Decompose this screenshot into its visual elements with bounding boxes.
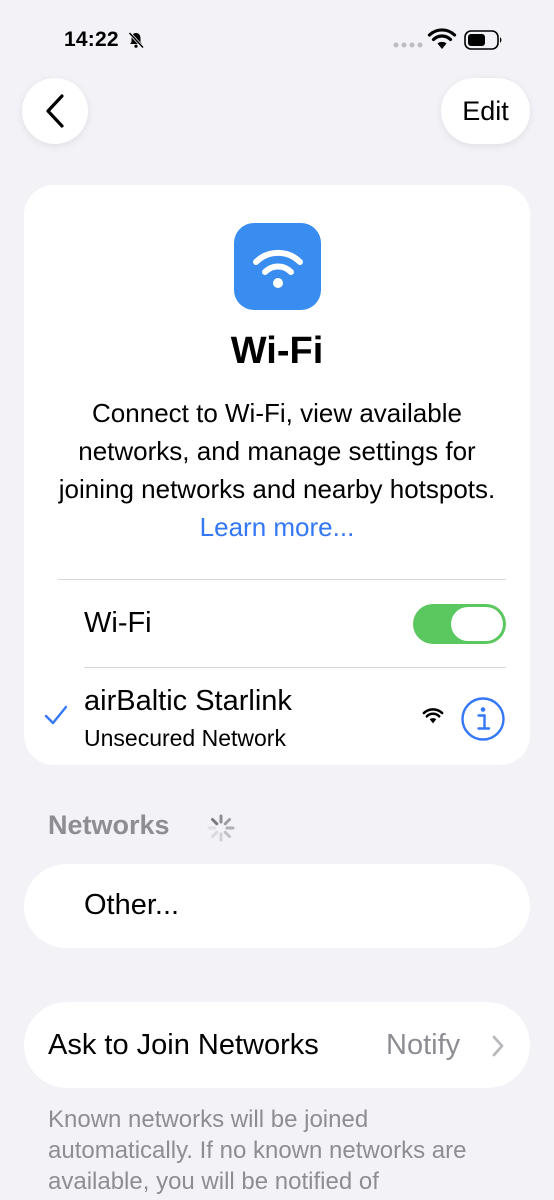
footer-text: Known networks will be joined automatica… <box>48 1106 467 1195</box>
wifi-toggle[interactable] <box>413 604 506 644</box>
card-title: Wi-Fi <box>230 330 324 372</box>
divider <box>58 579 506 580</box>
network-subtitle: Unsecured Network <box>84 725 286 751</box>
toggle-knob <box>451 607 503 641</box>
ask-to-join-row[interactable]: Ask to Join Networks Notify <box>24 1002 530 1088</box>
info-circle-icon[interactable] <box>460 696 506 742</box>
status-time: 14:22 <box>64 28 119 51</box>
other-label: Other... <box>84 889 180 921</box>
bell-slash-icon <box>128 31 145 49</box>
signal-dots-icon <box>393 42 423 48</box>
ask-to-join-value: Notify <box>386 1029 461 1061</box>
wifi-app-icon <box>234 223 321 310</box>
back-button[interactable] <box>22 78 88 144</box>
chevron-right-icon <box>492 1035 504 1057</box>
network-name[interactable]: airBaltic Starlink <box>84 685 292 718</box>
divider <box>84 667 506 668</box>
card-description: Connect to Wi-Fi, view available network… <box>48 394 506 546</box>
learn-more-link[interactable]: Learn more... <box>200 512 355 542</box>
edit-button[interactable]: Edit <box>441 78 530 144</box>
battery-icon <box>464 30 502 50</box>
checkmark-icon <box>44 704 68 731</box>
ask-to-join-label: Ask to Join Networks <box>48 1029 319 1061</box>
wifi-icon <box>427 28 457 49</box>
wifi-row-label: Wi-Fi <box>84 607 152 639</box>
spinner-icon <box>207 814 235 842</box>
description-text: Connect to Wi-Fi, view available network… <box>58 398 496 504</box>
wifi-signal-icon <box>422 708 444 724</box>
chevron-left-icon <box>46 94 64 128</box>
other-network-row[interactable]: Other... <box>24 864 530 948</box>
networks-header: Networks <box>48 810 170 840</box>
